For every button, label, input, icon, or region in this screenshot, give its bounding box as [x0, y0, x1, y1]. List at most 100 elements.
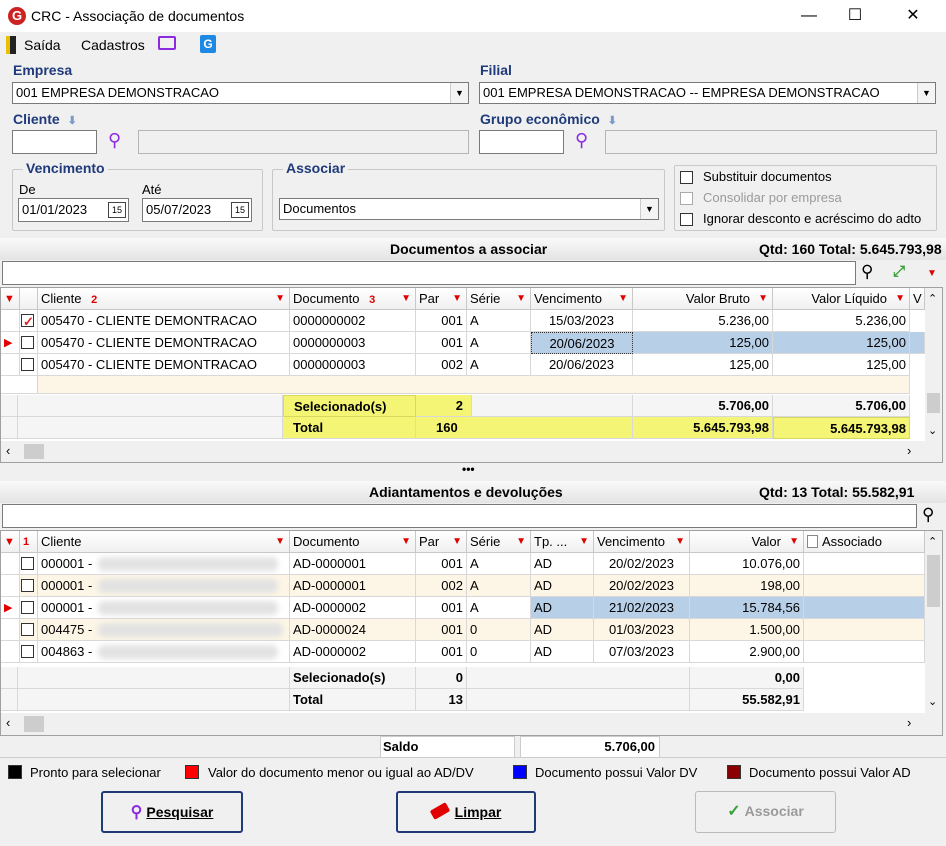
maximize-button[interactable]: ☐ [832, 0, 878, 32]
associar-select[interactable]: Documentos ▼ [279, 198, 659, 220]
col-header-cliente[interactable]: Cliente 2 ▼ [38, 288, 290, 310]
chevron-down-icon[interactable]: ▼ [640, 199, 658, 219]
chevron-down-icon[interactable]: ▼ [450, 83, 468, 103]
filter-icon[interactable]: ▼ [579, 531, 589, 552]
col-header-serie[interactable]: Série ▼ [467, 531, 531, 553]
col-header-associado[interactable]: Associado [804, 531, 925, 553]
de-date-input[interactable]: 01/01/2023 15 [18, 198, 129, 222]
filter-icon[interactable]: ▼ [618, 288, 628, 309]
search-icon[interactable]: ⚲ [922, 505, 934, 525]
calendar-icon[interactable]: 15 [108, 202, 126, 218]
docs-search-input[interactable] [2, 261, 856, 285]
filter-icon[interactable]: ▼ [275, 531, 285, 552]
grupo-code-input[interactable] [479, 130, 564, 154]
scroll-thumb[interactable] [927, 393, 940, 413]
scroll-thumb[interactable] [24, 716, 44, 732]
row-checkbox[interactable] [21, 557, 34, 570]
grid-menu-cell[interactable]: ▼ [1, 531, 20, 553]
col-header-documento[interactable]: Documento ▼ [290, 531, 416, 553]
filial-select[interactable]: 001 EMPRESA DEMONSTRACAO -- EMPRESA DEMO… [479, 82, 936, 104]
row-check-cell[interactable] [20, 310, 38, 332]
scroll-left-icon[interactable]: ‹ [6, 443, 10, 458]
ignorar-checkbox[interactable] [680, 213, 693, 226]
row-checkbox[interactable] [21, 645, 34, 658]
scroll-down-icon[interactable]: ⌄ [928, 424, 937, 437]
filter-icon[interactable]: ▼ [675, 531, 685, 552]
cliente-code-input[interactable] [12, 130, 97, 154]
expand-icon[interactable]: ⤢ [893, 263, 905, 280]
scroll-up-icon[interactable]: ⌃ [928, 535, 937, 548]
horizontal-scrollbar[interactable]: ‹ › [1, 713, 942, 735]
table-cell-focused[interactable]: 20/06/2023 [531, 332, 633, 354]
clear-button[interactable]: Limpar [396, 791, 536, 833]
col-header-vencimento[interactable]: Vencimento ▼ [594, 531, 690, 553]
filter-icon[interactable]: ▼ [452, 288, 462, 309]
vertical-scrollbar[interactable]: ⌃ ⌄ [925, 288, 942, 441]
row-check-cell[interactable] [20, 597, 38, 619]
substituir-checkbox[interactable] [680, 171, 693, 184]
row-check-cell[interactable] [20, 619, 38, 641]
scroll-up-icon[interactable]: ⌃ [928, 292, 937, 305]
horizontal-scrollbar[interactable]: ‹ › [1, 441, 942, 462]
scroll-thumb[interactable] [927, 555, 940, 607]
empresa-select[interactable]: 001 EMPRESA DEMONSTRACAO ▼ [12, 82, 469, 104]
splitter-handle[interactable]: ••• [462, 462, 475, 476]
row-checkbox[interactable] [21, 336, 34, 349]
scroll-right-icon[interactable]: › [907, 443, 911, 458]
filter-icon[interactable]: ▼ [401, 531, 411, 552]
menu-exit[interactable]: Saída [24, 37, 61, 53]
col-header-cliente[interactable]: Cliente ▼ [38, 531, 290, 553]
filter-icon[interactable]: ▼ [452, 531, 462, 552]
scroll-down-icon[interactable]: ⌄ [928, 695, 937, 708]
search-icon[interactable]: ⚲ [861, 262, 873, 282]
row-check-cell[interactable] [20, 332, 38, 354]
close-button[interactable]: ✕ [890, 0, 936, 32]
filter-icon[interactable]: ▼ [516, 288, 526, 309]
filter-icon[interactable]: ▼ [516, 531, 526, 552]
row-checkbox[interactable] [21, 358, 34, 371]
col-header-serie[interactable]: Série ▼ [467, 288, 531, 310]
menu-register[interactable]: Cadastros [81, 37, 145, 53]
chevron-down-icon[interactable]: ▼ [917, 83, 935, 103]
col-header-valor[interactable]: Valor ▼ [690, 531, 804, 553]
row-checkbox[interactable] [21, 311, 34, 331]
monitor-icon[interactable] [158, 36, 176, 50]
row-check-cell[interactable] [20, 553, 38, 575]
col-header-vencimento[interactable]: Vencimento ▼ [531, 288, 633, 310]
dropdown-arrow-icon[interactable]: ▼ [927, 268, 937, 279]
adto-search-input[interactable] [2, 504, 917, 528]
col-header-next[interactable]: V [910, 288, 925, 310]
app-g-icon[interactable]: G [200, 35, 216, 53]
row-checkbox[interactable] [21, 601, 34, 614]
row-checkbox[interactable] [21, 579, 34, 592]
vertical-scrollbar[interactable]: ⌃ ⌄ [925, 531, 942, 713]
search-icon[interactable]: ⚲ [108, 130, 121, 151]
filter-icon[interactable]: ▼ [895, 288, 905, 309]
scroll-right-icon[interactable]: › [907, 715, 911, 730]
calendar-icon[interactable]: 15 [231, 202, 249, 218]
col-header-tp[interactable]: Tp. ... ▼ [531, 531, 594, 553]
col-header-documento[interactable]: Documento 3 ▼ [290, 288, 416, 310]
dropdown-arrow-icon[interactable]: ▼ [4, 531, 15, 552]
row-check-cell[interactable] [20, 354, 38, 376]
col-header-valor-liquido[interactable]: Valor Líquido ▼ [773, 288, 910, 310]
row-check-cell[interactable] [20, 575, 38, 597]
filter-icon[interactable]: ▼ [275, 288, 285, 309]
scroll-thumb[interactable] [24, 444, 44, 459]
col-header-par[interactable]: Par ▼ [416, 531, 467, 553]
ate-date-input[interactable]: 05/07/2023 15 [142, 198, 252, 222]
scroll-left-icon[interactable]: ‹ [6, 715, 10, 730]
filter-icon[interactable]: ▼ [401, 288, 411, 309]
dropdown-arrow-icon[interactable]: ▼ [4, 288, 15, 309]
search-button[interactable]: ⚲ Pesquisar [101, 791, 243, 833]
filter-icon[interactable]: ▼ [789, 531, 799, 552]
row-checkbox[interactable] [21, 623, 34, 636]
col-header-par[interactable]: Par ▼ [416, 288, 467, 310]
minimize-button[interactable]: — [786, 0, 832, 32]
col-header-valor-bruto[interactable]: Valor Bruto ▼ [633, 288, 773, 310]
filter-icon[interactable]: ▼ [758, 288, 768, 309]
grid-menu-cell[interactable]: ▼ [1, 288, 20, 310]
search-icon[interactable]: ⚲ [575, 130, 588, 151]
row-check-cell[interactable] [20, 641, 38, 663]
table-cell: 2.900,00 [690, 641, 804, 663]
